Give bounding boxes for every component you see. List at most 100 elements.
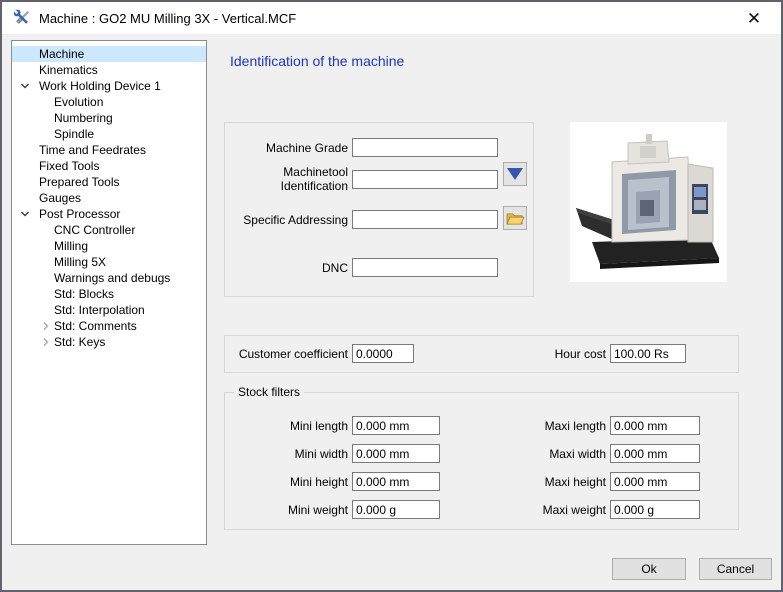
maxi-weight-input[interactable] xyxy=(610,500,700,519)
dnc-label: DNC xyxy=(231,261,348,275)
chevron-down-icon[interactable] xyxy=(20,206,39,222)
tree-item-label: Warnings and debugs xyxy=(54,271,170,285)
stock-filters-legend: Stock filters xyxy=(234,385,304,399)
tree-item-label: Post Processor xyxy=(39,207,120,221)
tree-indent xyxy=(20,142,39,158)
tree-item-std-keys[interactable]: Std: Keys xyxy=(12,334,206,350)
tree-item-time-and-feedrates[interactable]: Time and Feedrates xyxy=(12,142,206,158)
chevron-right-icon[interactable] xyxy=(41,334,54,350)
tree-item-warnings-and-debugs[interactable]: Warnings and debugs xyxy=(12,270,206,286)
specific-addressing-label: Specific Addressing xyxy=(231,213,348,227)
tree-item-label: Prepared Tools xyxy=(39,175,120,189)
stock-filter-row: Mini weight xyxy=(231,500,440,519)
tree-indent xyxy=(20,158,39,174)
maxi-height-input[interactable] xyxy=(610,472,700,491)
maxi-height-label: Maxi height xyxy=(489,475,606,489)
ok-button[interactable]: Ok xyxy=(612,558,686,580)
tree-item-label: Spindle xyxy=(54,127,94,141)
tree-item-label: Fixed Tools xyxy=(39,159,99,173)
tree-item-std-blocks[interactable]: Std: Blocks xyxy=(12,286,206,302)
tree-indent xyxy=(41,238,54,254)
tree-indent xyxy=(41,286,54,302)
tree-item-kinematics[interactable]: Kinematics xyxy=(12,62,206,78)
tree-item-label: Time and Feedrates xyxy=(39,143,146,157)
tree-item-milling-5x[interactable]: Milling 5X xyxy=(12,254,206,270)
mini-width-input[interactable] xyxy=(352,444,440,463)
tree-indent xyxy=(41,270,54,286)
tree-item-gauges[interactable]: Gauges xyxy=(12,190,206,206)
machine-grade-label: Machine Grade xyxy=(231,141,348,155)
close-button[interactable]: ✕ xyxy=(741,7,767,31)
mini-width-label: Mini width xyxy=(231,447,348,461)
tree-indent xyxy=(41,126,54,142)
tree-item-label: Evolution xyxy=(54,95,103,109)
stock-filter-row: Maxi length xyxy=(489,416,700,435)
machine-photo xyxy=(570,122,727,282)
tree-item-prepared-tools[interactable]: Prepared Tools xyxy=(12,174,206,190)
maxi-weight-label: Maxi weight xyxy=(489,503,606,517)
tree-item-label: Std: Comments xyxy=(54,319,137,333)
tree-indent xyxy=(41,254,54,270)
window-title: Machine : GO2 MU Milling 3X - Vertical.M… xyxy=(39,11,296,26)
tree-item-label: Std: Keys xyxy=(54,335,105,349)
tree-item-numbering[interactable]: Numbering xyxy=(12,110,206,126)
tree-item-label: Work Holding Device 1 xyxy=(39,79,161,93)
tree-indent xyxy=(41,222,54,238)
tree-indent xyxy=(20,62,39,78)
specific-addressing-input[interactable] xyxy=(352,210,498,229)
mini-length-input[interactable] xyxy=(352,416,440,435)
machinetool-identification-input[interactable] xyxy=(352,170,498,189)
tree-item-label: Gauges xyxy=(39,191,81,205)
chevron-down-icon[interactable] xyxy=(20,78,39,94)
tree-item-work-holding-device-1[interactable]: Work Holding Device 1 xyxy=(12,78,206,94)
stock-mini-column: Mini length Mini width Mini height Mini wei… xyxy=(231,416,440,519)
maxi-length-label: Maxi length xyxy=(489,419,606,433)
hour-cost-label: Hour cost xyxy=(489,347,606,361)
tree-item-label: Machine xyxy=(39,47,84,61)
stock-maxi-column: Maxi lengthMaxi widthMaxi heightMaxi wei… xyxy=(489,416,700,519)
maxi-length-input[interactable] xyxy=(610,416,700,435)
browse-folder-button[interactable] xyxy=(503,206,527,230)
tree-item-evolution[interactable]: Evolution xyxy=(12,94,206,110)
tools-icon xyxy=(12,8,32,28)
maxi-width-input[interactable] xyxy=(610,444,700,463)
mini-length-label: Mini length xyxy=(231,419,348,433)
tree-item-fixed-tools[interactable]: Fixed Tools xyxy=(12,158,206,174)
tree-item-label: Std: Blocks xyxy=(54,287,114,301)
triangle-down-icon xyxy=(507,168,523,180)
tree-indent xyxy=(41,94,54,110)
tree-indent xyxy=(41,110,54,126)
stock-filter-row: Mini length xyxy=(231,416,440,435)
tree-item-label: Milling 5X xyxy=(54,255,106,269)
machine-grade-input[interactable] xyxy=(352,138,498,157)
machinetool-dropdown-button[interactable] xyxy=(503,162,527,186)
identification-group: Machine Grade Machinetool Identification… xyxy=(224,122,534,297)
mini-height-label: Mini height xyxy=(231,475,348,489)
tree-item-cnc-controller[interactable]: CNC Controller xyxy=(12,222,206,238)
mini-weight-input[interactable] xyxy=(352,500,440,519)
tree-item-machine[interactable]: Machine xyxy=(12,46,206,62)
stock-filter-row: Mini height xyxy=(231,472,440,491)
mini-height-input[interactable] xyxy=(352,472,440,491)
customer-coefficient-input[interactable] xyxy=(352,344,414,363)
cancel-button[interactable]: Cancel xyxy=(699,558,772,580)
cost-group: Customer coefficient Hour cost xyxy=(224,335,739,373)
page-title: Identification of the machine xyxy=(230,53,404,69)
tree-item-std-comments[interactable]: Std: Comments xyxy=(12,318,206,334)
tree-item-label: Kinematics xyxy=(39,63,98,77)
stock-filter-row: Mini width xyxy=(231,444,440,463)
dnc-input[interactable] xyxy=(352,258,498,277)
tree-indent xyxy=(20,46,39,62)
customer-coefficient-label: Customer coefficient xyxy=(231,347,348,361)
title-bar: Machine : GO2 MU Milling 3X - Vertical.M… xyxy=(2,2,781,35)
chevron-right-icon[interactable] xyxy=(41,318,54,334)
tree-item-std-interpolation[interactable]: Std: Interpolation xyxy=(12,302,206,318)
stock-filter-row: Maxi height xyxy=(489,472,700,491)
settings-tree: Machine Kinematics Work Holding Device 1 Ev… xyxy=(11,40,207,545)
stock-filters-group: Stock filters Mini lengthMini widthMini … xyxy=(224,392,739,530)
hour-cost-input[interactable] xyxy=(610,344,686,363)
tree-item-milling[interactable]: Milling xyxy=(12,238,206,254)
machine-dialog: Machine : GO2 MU Milling 3X - Vertical.M… xyxy=(0,0,783,592)
tree-item-spindle[interactable]: Spindle xyxy=(12,126,206,142)
tree-item-post-processor[interactable]: Post Processor xyxy=(12,206,206,222)
